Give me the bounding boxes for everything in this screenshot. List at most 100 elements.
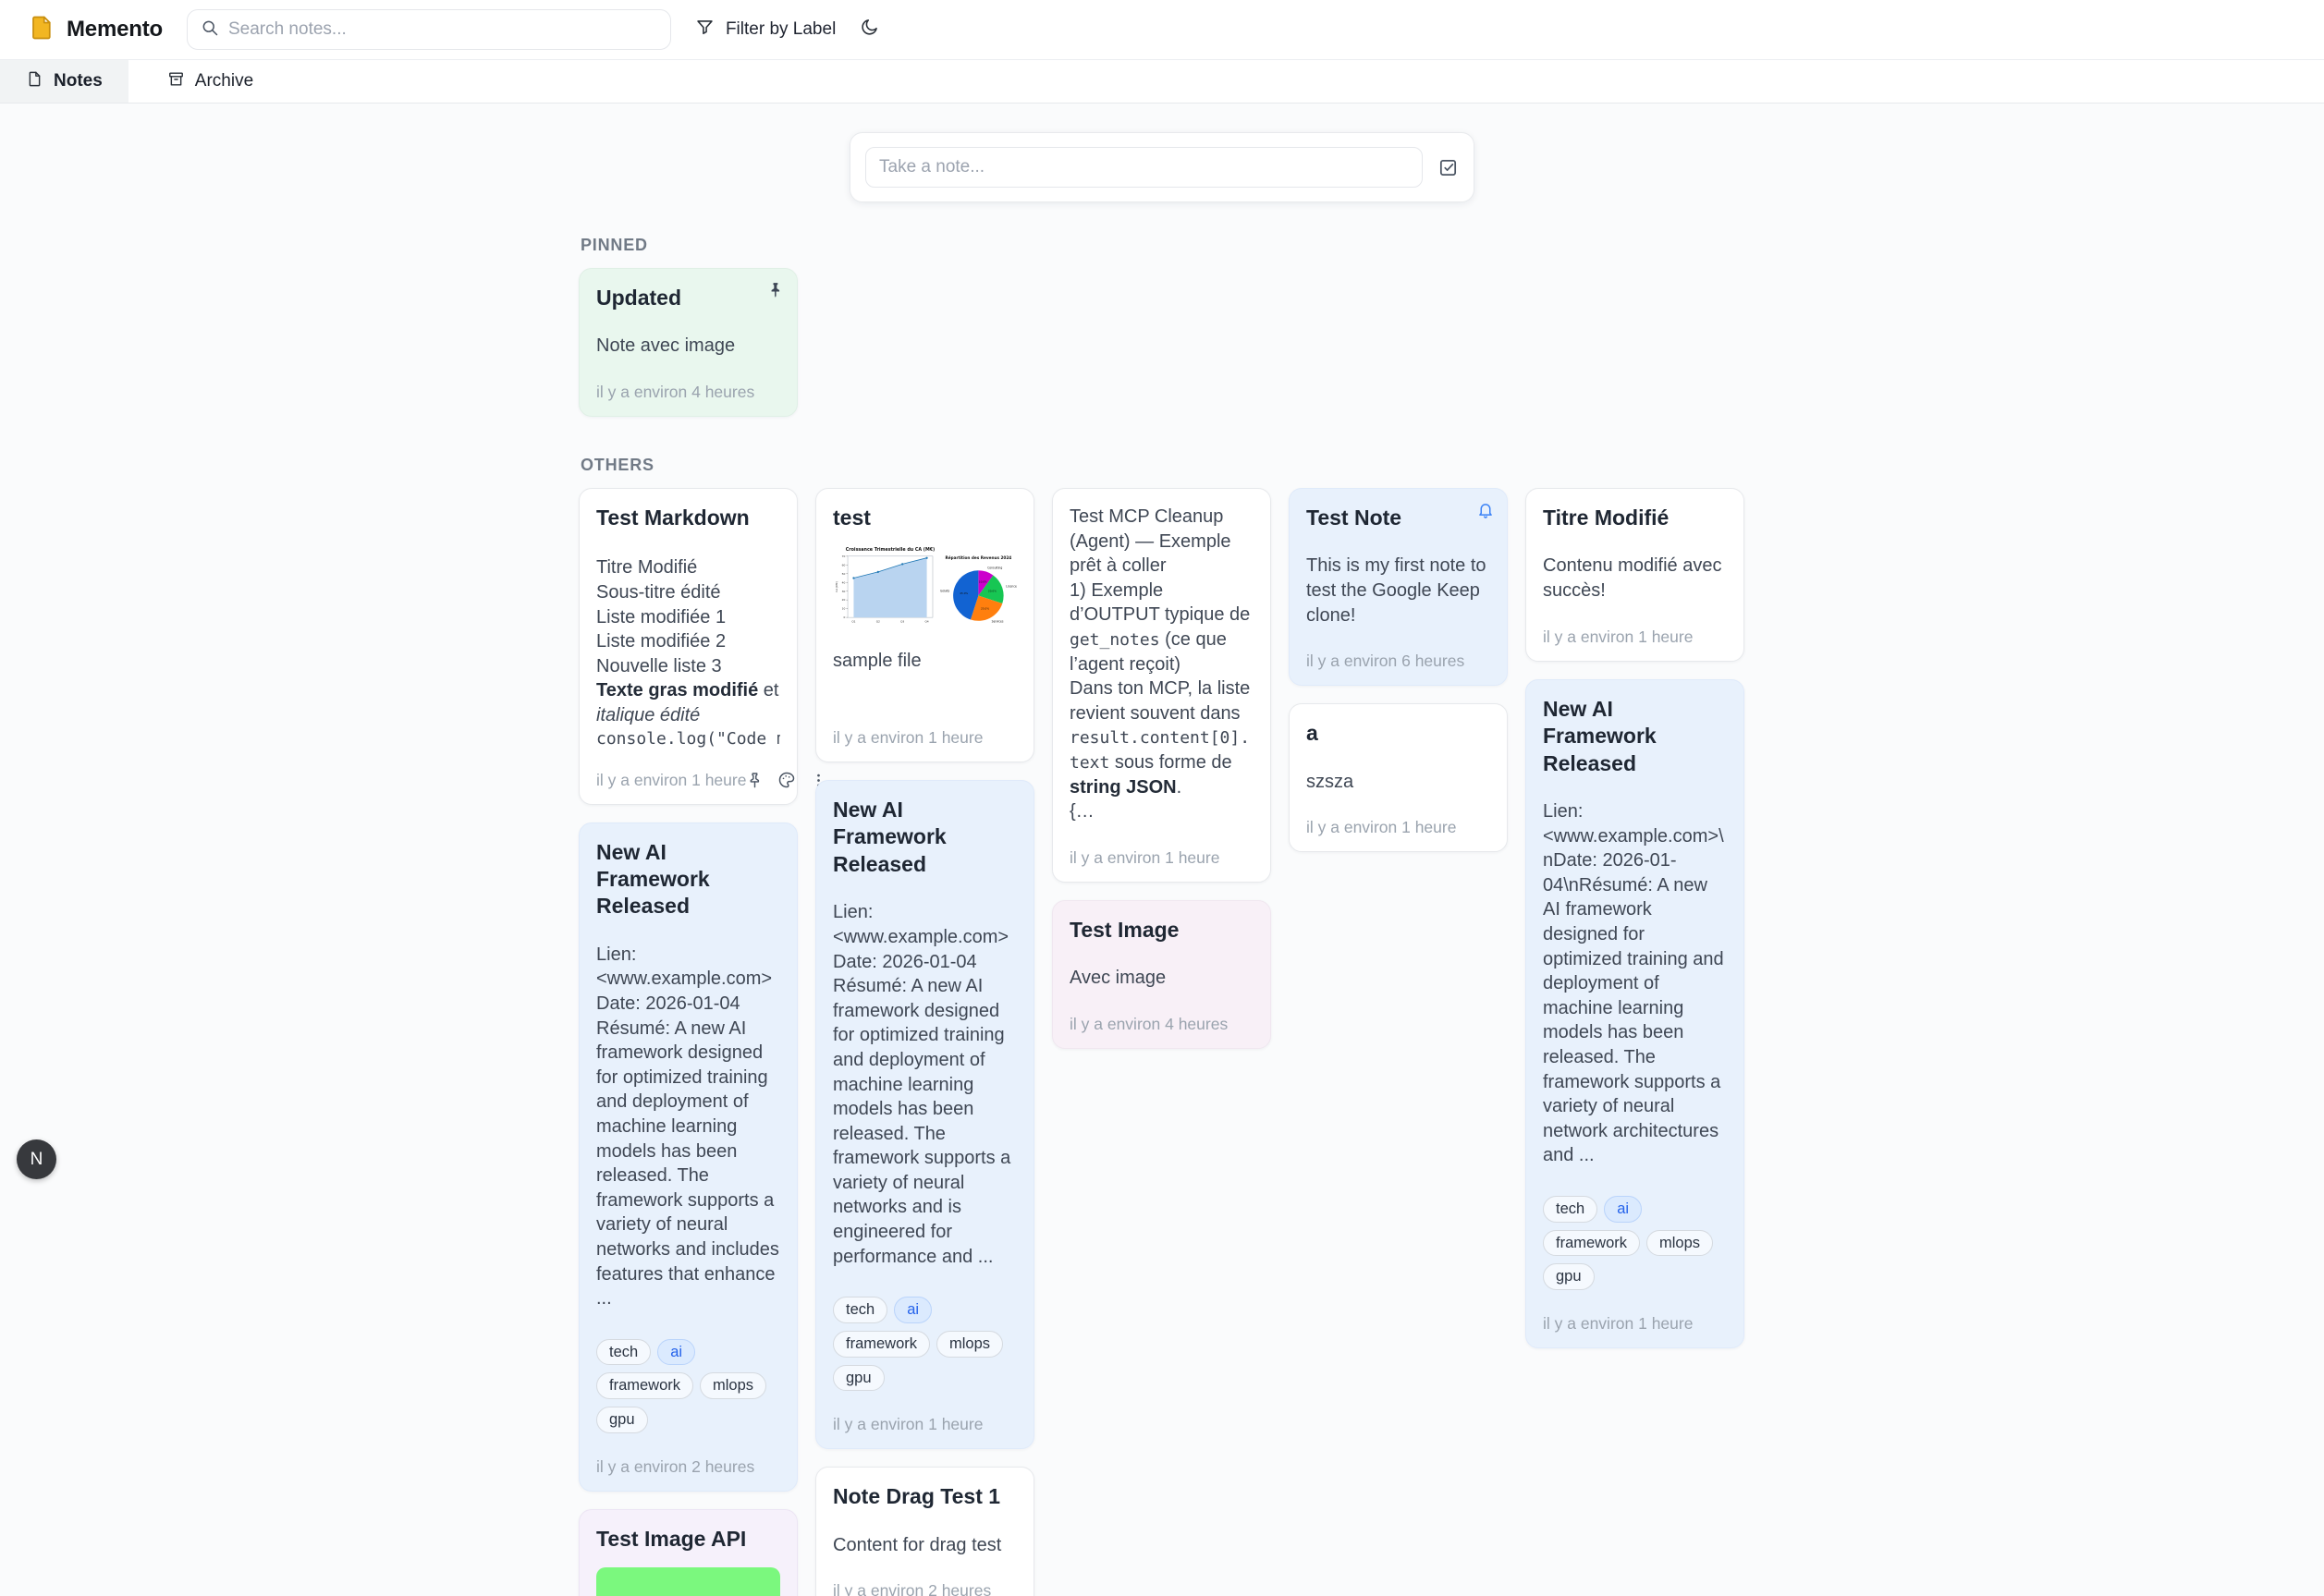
label-chip-framework[interactable]: framework [833, 1331, 930, 1358]
note-content: szsza [1306, 770, 1490, 795]
note-title: New AI Framework Released [596, 839, 780, 920]
note-image [596, 1567, 780, 1596]
label-chip-tech[interactable]: tech [833, 1297, 887, 1323]
note-content: This is my first note to test the Google… [1306, 554, 1490, 627]
label-chip-gpu[interactable]: gpu [1543, 1263, 1595, 1290]
label-chips: tech ai framework mlops gpu [833, 1297, 1017, 1391]
note-timestamp: il y a environ 6 heures [1306, 627, 1490, 671]
note-timestamp: il y a environ 1 heure [1543, 603, 1727, 647]
svg-text:Licences: Licences [1007, 584, 1017, 588]
app-logo-icon [28, 14, 55, 46]
new-checklist-button[interactable] [1437, 157, 1459, 178]
label-chip-ai[interactable]: ai [657, 1339, 695, 1366]
app-title: Memento [67, 17, 163, 43]
filter-by-label-button[interactable]: Filter by Label [695, 18, 836, 43]
note-card-a[interactable]: a szsza il y a environ 1 heure [1289, 703, 1508, 852]
svg-text:CA (M€): CA (M€) [835, 582, 838, 593]
label-chips: tech ai framework mlops gpu [1543, 1196, 1727, 1290]
label-chip-framework[interactable]: framework [1543, 1230, 1640, 1257]
note-title: New AI Framework Released [1543, 696, 1727, 777]
note-card-test[interactable]: test Croissance Trimestrielle du CA (M€)… [815, 488, 1034, 762]
note-card-test-note[interactable]: Test Note This is my first note to test … [1289, 488, 1508, 686]
note-card-drag-test[interactable]: Note Drag Test 1 Content for drag test i… [815, 1467, 1034, 1596]
note-card-test-markdown[interactable]: Test Markdown Titre Modifié Sous-titre é… [579, 488, 798, 805]
note-content: Content for drag test [833, 1533, 1017, 1558]
note-content: Contenu modifié avec succès! [1543, 554, 1727, 603]
others-grid: Test Markdown Titre Modifié Sous-titre é… [579, 488, 1745, 1596]
note-content: Test MCP Cleanup (Agent) — Exemple prêt … [1070, 505, 1254, 824]
svg-text:50: 50 [842, 572, 846, 576]
others-section-label: OTHERS [581, 456, 1745, 475]
svg-text:Q2: Q2 [876, 620, 880, 624]
tab-archive[interactable]: Archive [141, 60, 279, 103]
note-timestamp: il y a environ 2 heures [596, 1433, 780, 1477]
palette-icon[interactable] [777, 771, 796, 789]
tab-archive-label: Archive [195, 71, 253, 91]
svg-text:30: 30 [842, 590, 846, 593]
note-title: Test Image API [596, 1526, 780, 1553]
svg-text:0: 0 [843, 616, 845, 620]
svg-text:70: 70 [842, 554, 846, 558]
note-card-updated[interactable]: Updated Note avec image il y a environ 4… [579, 268, 798, 417]
funnel-icon [695, 18, 715, 43]
note-timestamp: il y a environ 2 heures [833, 1557, 1017, 1596]
note-timestamp: il y a environ 1 heure [596, 771, 746, 790]
svg-text:Produits: Produits [940, 589, 950, 592]
search-box[interactable] [187, 9, 671, 50]
svg-text:Q4: Q4 [924, 620, 928, 624]
svg-text:Q3: Q3 [900, 620, 904, 624]
label-chip-tech[interactable]: tech [596, 1339, 651, 1366]
moon-icon [860, 18, 879, 42]
note-timestamp: il y a environ 1 heure [1543, 1290, 1727, 1334]
svg-text:20: 20 [842, 599, 846, 603]
svg-text:40: 40 [842, 581, 846, 585]
note-card-ai-framework-1[interactable]: New AI Framework Released Lien: <www.exa… [579, 822, 798, 1492]
label-chip-gpu[interactable]: gpu [833, 1365, 885, 1392]
label-chip-gpu[interactable]: gpu [596, 1407, 648, 1433]
note-card-ai-framework-3[interactable]: New AI Framework Released Lien: <www.exa… [1525, 679, 1744, 1348]
note-title: Updated [596, 285, 780, 311]
dark-mode-toggle[interactable] [860, 18, 879, 42]
svg-text:Services: Services [992, 619, 1004, 623]
note-timestamp: il y a environ 1 heure [833, 1391, 1017, 1434]
svg-text:20.0%: 20.0% [988, 589, 997, 592]
svg-text:60: 60 [842, 564, 846, 567]
search-input[interactable] [228, 19, 657, 40]
pie-chart: Répartition des Revenus 2024 10.0% Consult… [940, 553, 1017, 629]
pinned-section-label: PINNED [581, 236, 1745, 255]
pin-note-button[interactable] [746, 772, 764, 789]
note-card-test-image-api[interactable]: Test Image API Note avec image il y a en… [579, 1509, 798, 1596]
svg-text:10.0%: 10.0% [979, 579, 987, 583]
note-card-titre-modifie[interactable]: Titre Modifié Contenu modifié avec succè… [1525, 488, 1744, 662]
svg-text:Consulting: Consulting [987, 566, 1002, 569]
note-content: sample file [833, 649, 1017, 674]
note-content: Avec image [1070, 966, 1254, 991]
label-chip-tech[interactable]: tech [1543, 1196, 1597, 1223]
pin-filled-icon[interactable] [766, 281, 785, 304]
tab-notes[interactable]: Notes [0, 60, 128, 103]
svg-text:Répartition des Revenus 2024: Répartition des Revenus 2024 [946, 555, 1012, 560]
note-title: Titre Modifié [1543, 505, 1727, 531]
label-chip-framework[interactable]: framework [596, 1372, 693, 1399]
label-chip-mlops[interactable]: mlops [1646, 1230, 1713, 1257]
note-content: Note avec image [596, 334, 780, 359]
user-avatar[interactable]: N [17, 1139, 56, 1179]
label-chip-ai[interactable]: ai [1604, 1196, 1642, 1223]
label-chip-mlops[interactable]: mlops [936, 1331, 1003, 1358]
note-timestamp: il y a environ 1 heure [1306, 794, 1490, 837]
note-content: Lien: <www.example.com>\nDate: 2026-01-0… [1543, 799, 1727, 1168]
svg-text:Q1: Q1 [851, 620, 855, 624]
note-card-mcp-cleanup[interactable]: Test MCP Cleanup (Agent) — Exemple prêt … [1052, 488, 1271, 883]
note-title: Test Note [1306, 505, 1490, 531]
take-a-note-input[interactable] [865, 147, 1423, 188]
note-title: test [833, 505, 1017, 531]
reminder-bell-icon[interactable] [1476, 501, 1495, 524]
note-timestamp: il y a environ 4 heures [596, 359, 780, 402]
note-title: Test Image [1070, 917, 1254, 944]
note-card-test-image[interactable]: Test Image Avec image il y a environ 4 h… [1052, 900, 1271, 1049]
note-card-ai-framework-2[interactable]: New AI Framework Released Lien: <www.exa… [815, 780, 1034, 1449]
note-timestamp: il y a environ 4 heures [1070, 991, 1254, 1034]
label-chip-ai[interactable]: ai [894, 1297, 932, 1323]
line-chart: Croissance Trimestrielle du CA (M€)01020… [833, 544, 936, 628]
label-chip-mlops[interactable]: mlops [700, 1372, 766, 1399]
